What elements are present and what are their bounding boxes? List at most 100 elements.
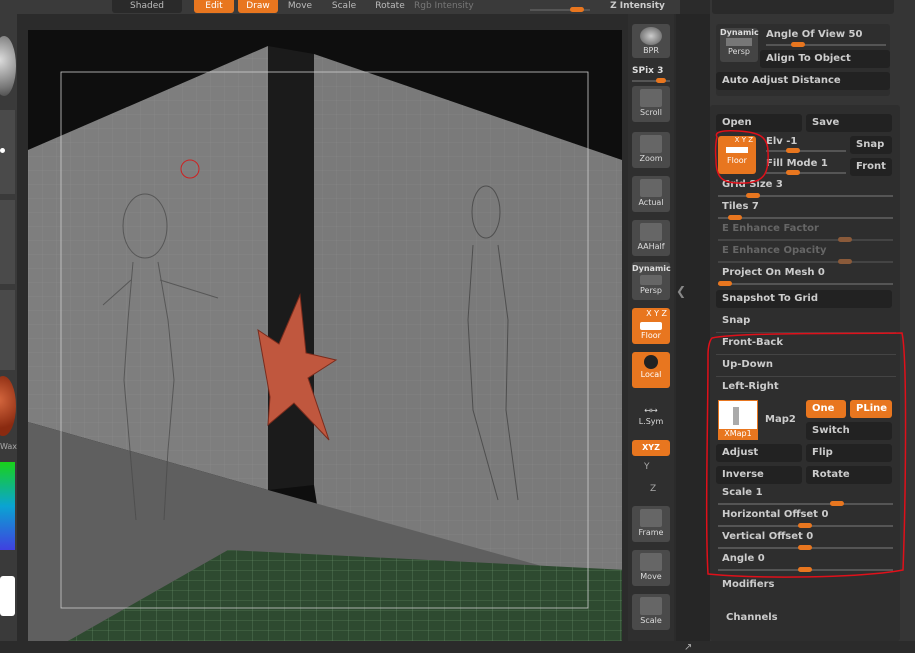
angle-label: Angle 0	[722, 553, 765, 564]
vertical-offset-knob[interactable]	[798, 545, 812, 550]
e-enhance-opacity-slider[interactable]	[718, 259, 893, 264]
angle-of-view-slider[interactable]	[766, 42, 886, 47]
xyz-button[interactable]: XYZ	[632, 440, 670, 456]
elv-slider[interactable]	[766, 148, 846, 153]
draw-button[interactable]: Draw	[238, 0, 278, 13]
project-on-mesh-knob[interactable]	[718, 281, 732, 286]
stroke-slot[interactable]	[0, 110, 15, 194]
collapse-arrow-icon[interactable]: ❮	[676, 284, 686, 298]
draw-palette: Dynamic Persp Angle Of View 50 Align To …	[710, 0, 915, 641]
project-on-mesh-slider[interactable]	[718, 281, 893, 286]
rotate-button[interactable]: Rotate	[806, 466, 892, 484]
scale-slider[interactable]	[718, 501, 893, 506]
divider	[716, 376, 896, 377]
zoom-button[interactable]: Zoom	[632, 132, 670, 168]
actual-button[interactable]: Actual	[632, 176, 670, 212]
lsym-button[interactable]: ↤↦ L.Sym	[632, 404, 670, 432]
map-label: Map2	[765, 414, 796, 425]
spix-slider[interactable]: SPix 3	[632, 66, 663, 76]
elv-knob[interactable]	[786, 148, 800, 153]
up-down-toggle[interactable]: Up-Down	[722, 358, 773, 372]
brush-sphere-icon[interactable]	[0, 36, 16, 96]
scale-sphere-icon	[640, 597, 662, 615]
grid-size-slider[interactable]	[718, 193, 893, 198]
snap-button[interactable]: Snap	[850, 136, 892, 154]
rgb-intensity-knob[interactable]	[570, 7, 584, 12]
e-enhance-opacity-label: E Enhance Opacity	[722, 245, 827, 256]
persp-button[interactable]: Dynamic Persp	[632, 262, 671, 300]
panel-splitter[interactable]: ❮ ↗	[676, 14, 710, 653]
main-color-swatch[interactable]	[0, 576, 15, 616]
color-picker[interactable]	[0, 462, 15, 550]
frame-button[interactable]: Frame	[632, 506, 670, 542]
pline-button[interactable]: PLine	[850, 400, 892, 418]
grid-icon	[640, 275, 662, 285]
scroll-button[interactable]: Scroll	[632, 86, 670, 122]
inverse-button[interactable]: Inverse	[716, 466, 802, 484]
fill-mode-knob[interactable]	[786, 170, 800, 175]
snapshot-to-grid-button[interactable]: Snapshot To Grid	[716, 290, 892, 308]
adjust-button[interactable]: Adjust	[716, 444, 802, 462]
floor-button[interactable]: X Y Z Floor	[632, 308, 670, 344]
grid-size-label: Grid Size 3	[722, 179, 783, 190]
rgb-intensity-track	[530, 7, 590, 12]
z-rotate-button[interactable]: Z	[650, 484, 656, 494]
edit-button[interactable]: Edit	[194, 0, 234, 13]
e-enhance-factor-slider[interactable]	[718, 237, 893, 242]
flip-button[interactable]: Flip	[806, 444, 892, 462]
horizontal-offset-slider[interactable]	[718, 523, 893, 528]
snap-section-title[interactable]: Snap	[722, 314, 750, 328]
material-wax-icon[interactable]	[0, 376, 16, 436]
horizontal-offset-knob[interactable]	[798, 523, 812, 528]
texture-slot[interactable]	[0, 290, 15, 370]
tiles-knob[interactable]	[728, 215, 742, 220]
rgb-intensity-slider[interactable]: Rgb Intensity	[414, 0, 534, 13]
persp-toggle[interactable]: Dynamic Persp	[720, 28, 759, 62]
angle-slider[interactable]	[718, 567, 893, 572]
angle-knob[interactable]	[798, 567, 812, 572]
floor-toggle[interactable]: X Y Z Floor	[718, 136, 756, 174]
local-button[interactable]: Local	[632, 352, 670, 388]
y-rotate-button[interactable]: Y	[644, 462, 650, 472]
align-to-object-button[interactable]: Align To Object	[760, 50, 890, 68]
spix-knob[interactable]	[656, 78, 666, 83]
e-enhance-factor-knob[interactable]	[838, 237, 852, 242]
aahalf-icon	[640, 223, 662, 241]
map-thumbnail[interactable]: XMap1	[718, 400, 758, 440]
modifiers-section-title[interactable]: Modifiers	[722, 578, 775, 592]
switch-button[interactable]: Switch	[806, 422, 892, 440]
vertical-offset-slider[interactable]	[718, 545, 893, 550]
magnifier-icon	[640, 135, 662, 153]
grid-size-knob[interactable]	[746, 193, 760, 198]
bpr-button[interactable]: BPR	[632, 24, 670, 58]
fill-mode-slider[interactable]	[766, 170, 846, 175]
alpha-slot[interactable]	[0, 200, 15, 284]
angle-of-view-knob[interactable]	[791, 42, 805, 47]
open-button[interactable]: Open	[716, 114, 802, 132]
front-back-toggle[interactable]: Front-Back	[722, 336, 783, 350]
one-button[interactable]: One	[806, 400, 846, 418]
scale-view-button[interactable]: Scale	[632, 594, 670, 630]
rotate-button[interactable]: Rotate	[370, 0, 410, 13]
aahalf-button[interactable]: AAHalf	[632, 220, 670, 256]
angle-of-view-label: Angle Of View 50	[766, 29, 863, 40]
left-right-toggle[interactable]: Left-Right	[722, 380, 779, 394]
move-button[interactable]: Move	[282, 0, 318, 13]
scale-button[interactable]: Scale	[326, 0, 362, 13]
scale-knob[interactable]	[830, 501, 844, 506]
save-button[interactable]: Save	[806, 114, 892, 132]
tiles-slider[interactable]	[718, 215, 893, 220]
divider	[716, 354, 896, 355]
shaded-button[interactable]: Shaded	[112, 0, 182, 13]
lsym-arrows-icon: ↤↦	[644, 406, 658, 415]
channels-section-title[interactable]: Channels	[726, 611, 778, 625]
move-view-button[interactable]: Move	[632, 550, 670, 586]
canvas-viewport[interactable]	[28, 30, 622, 641]
hand-icon	[640, 89, 662, 107]
e-enhance-opacity-knob[interactable]	[838, 259, 852, 264]
auto-adjust-distance-button[interactable]: Auto Adjust Distance	[716, 72, 890, 90]
z-intensity-slider[interactable]: Z Intensity	[600, 0, 675, 13]
e-enhance-factor-label: E Enhance Factor	[722, 223, 819, 234]
front-button[interactable]: Front	[850, 158, 892, 176]
local-sphere-icon	[644, 355, 658, 369]
